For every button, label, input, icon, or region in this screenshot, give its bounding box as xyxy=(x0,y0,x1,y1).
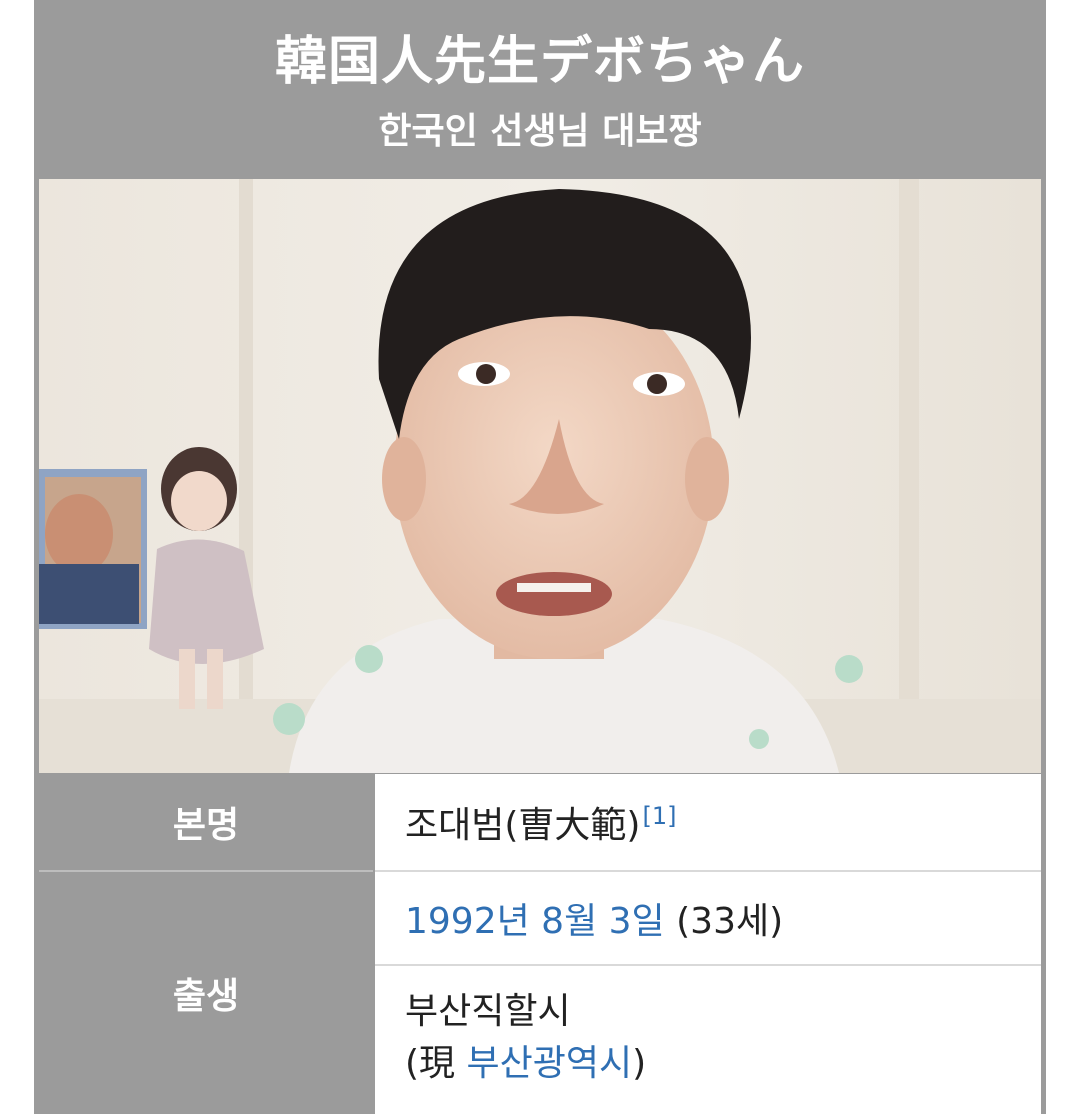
birth-place-link[interactable]: 부산광역시 xyxy=(467,1043,633,1084)
age-text: (33세) xyxy=(676,901,784,942)
birth-place-suffix: ) xyxy=(632,1043,647,1084)
infobox-title: 韓国人先生デボちゃん xyxy=(274,32,805,92)
real-name-value: 조대범(曺大範) [1] xyxy=(375,774,1041,870)
birth-place-prefix: (現 xyxy=(405,1043,467,1084)
infobox: 韓国人先生デボちゃん 한국인 선생님 대보짱 본명 조대범(曺大範) [1] 출… xyxy=(34,0,1046,1114)
birth-date-value: 1992년 8월 3일 (33세) xyxy=(375,872,1041,964)
reference-link[interactable]: [1] xyxy=(642,802,676,830)
birth-date-link[interactable]: 1992년 8월 3일 xyxy=(405,892,665,944)
infobox-header: 韓国人先生デボちゃん 한국인 선생님 대보짱 xyxy=(34,0,1046,178)
birth-place-old: 부산직할시 xyxy=(405,991,571,1032)
person-portrait-photo-icon xyxy=(39,179,1041,773)
birth-place-current: (現 부산광역시) xyxy=(405,1038,1041,1090)
birth-label: 출생 xyxy=(39,872,373,1114)
infobox-table: 본명 조대범(曺大範) [1] 출생 1992년 8월 3일 (33세) 부산직할… xyxy=(39,774,1041,1114)
profile-photo[interactable] xyxy=(39,179,1041,773)
real-name-label: 본명 xyxy=(39,774,373,870)
infobox-subtitle: 한국인 선생님 대보짱 xyxy=(378,111,702,152)
real-name-text: 조대범(曺大範) xyxy=(405,805,641,846)
birth-place-value: 부산직할시 (現 부산광역시) xyxy=(375,966,1041,1114)
